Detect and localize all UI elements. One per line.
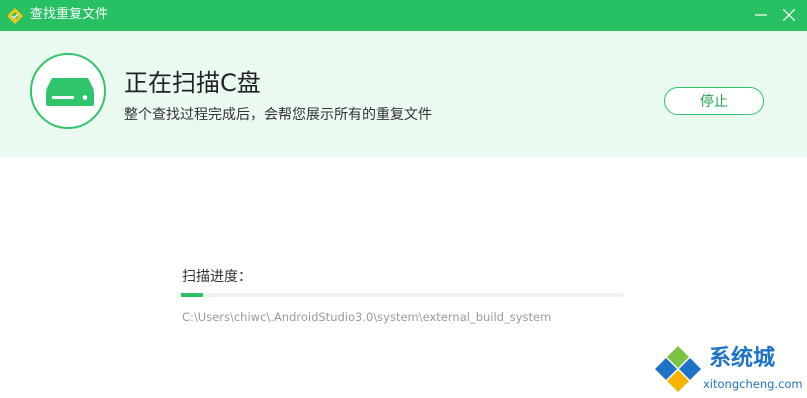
title-bar: 查找重复文件: [0, 0, 807, 31]
watermark-logo-icon: [655, 346, 701, 392]
watermark-name: 系统城: [709, 346, 776, 371]
scan-subtitle: 整个查找过程完成后，会帮您展示所有的重复文件: [124, 107, 432, 123]
progress-fill: [181, 293, 204, 297]
progress-label: 扫描进度：: [182, 269, 252, 285]
current-scan-path: C:\Users\chiwc\.AndroidStudio3.0\system\…: [182, 310, 552, 324]
scan-header: 正在扫描C盘 整个查找过程完成后，会帮您展示所有的重复文件 停止: [0, 31, 807, 157]
watermark: 系统城 xitongcheng.com: [653, 344, 803, 398]
stop-button[interactable]: 停止: [664, 87, 764, 115]
minimize-icon: [755, 14, 767, 16]
hard-disk-badge: [30, 53, 106, 129]
close-icon: [783, 9, 795, 21]
scan-title: 正在扫描C盘: [124, 69, 261, 97]
progress-bar: [181, 293, 623, 297]
app-logo-icon: [6, 7, 24, 25]
watermark-domain: xitongcheng.com: [703, 377, 803, 391]
close-button[interactable]: [772, 0, 806, 31]
hard-disk-icon: [46, 78, 94, 106]
window-title: 查找重复文件: [30, 7, 109, 22]
